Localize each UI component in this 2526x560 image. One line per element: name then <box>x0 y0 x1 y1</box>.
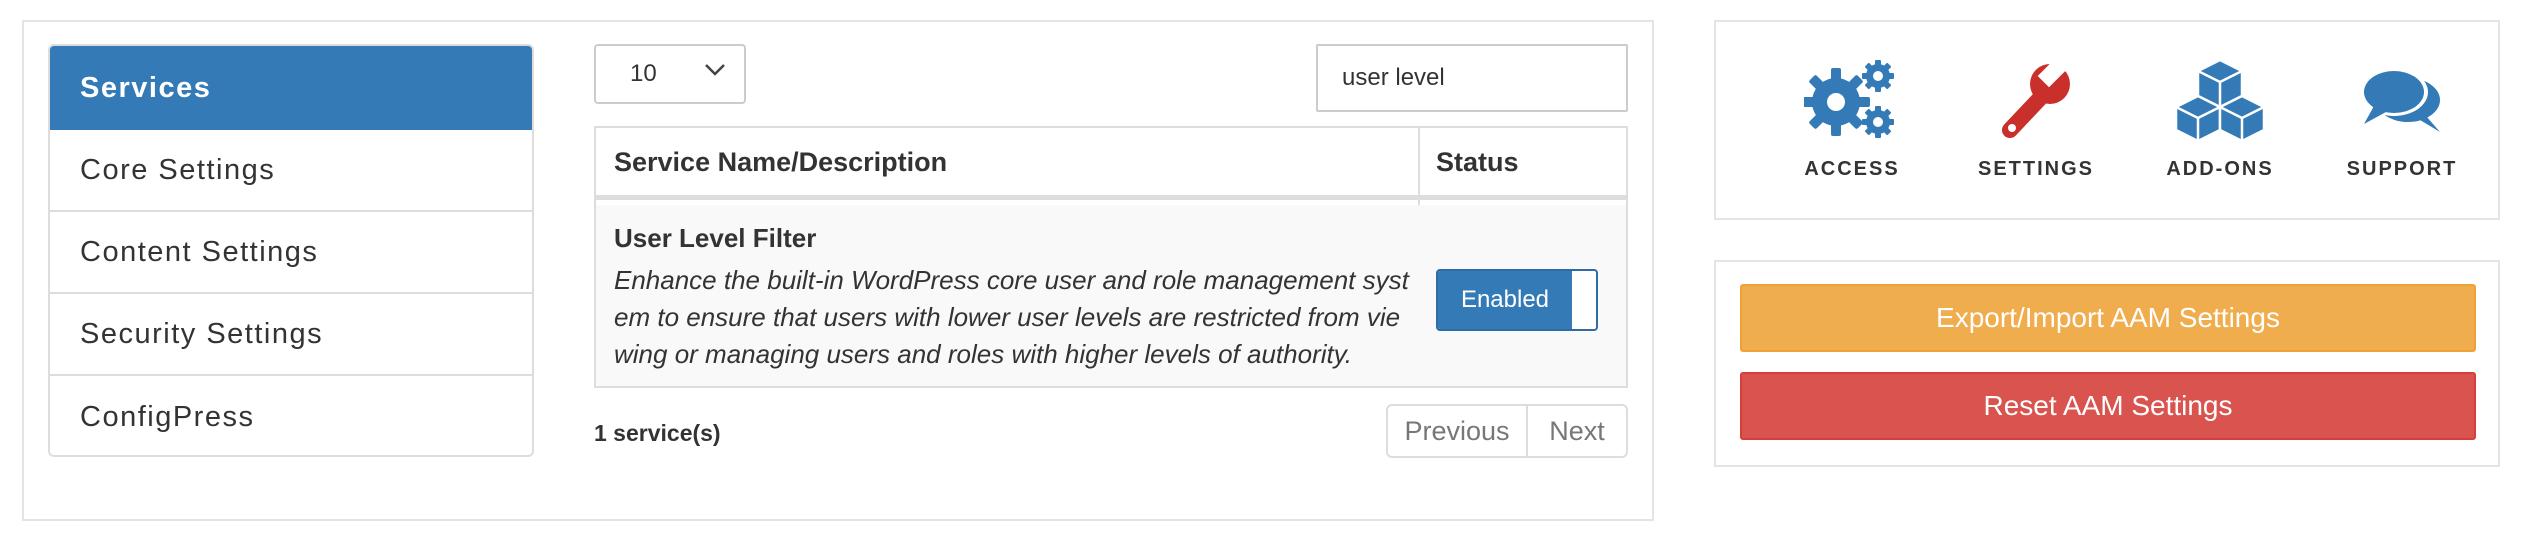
export-import-button[interactable]: Export/Import AAM Settings <box>1740 284 2476 352</box>
column-header-name[interactable]: Service Name/Description <box>614 128 947 196</box>
service-title: User Level Filter <box>614 223 817 253</box>
quick-link-label: ADD-ONS <box>2166 158 2274 180</box>
quick-links-panel: ACCESS SETTINGS ADD-ONS SUPPORT <box>1714 20 2500 220</box>
quick-link-support[interactable]: SUPPORT <box>2322 58 2482 181</box>
quick-link-label: SUPPORT <box>2346 158 2458 180</box>
gears-icon <box>1804 60 1894 138</box>
sidebar-item-services[interactable]: Services <box>50 46 532 130</box>
sidebar-item-label: ConfigPress <box>80 400 255 433</box>
page-size-value: 10 <box>630 60 657 87</box>
status-toggle-label: Enabled <box>1438 271 1572 329</box>
sidebar-item-label: Core Settings <box>80 153 276 186</box>
wrench-icon <box>2002 58 2071 138</box>
services-table: Service Name/Description Status User Lev… <box>594 126 1628 388</box>
sidebar-item-security-settings[interactable]: Security Settings <box>50 294 532 376</box>
chevron-down-icon <box>705 64 725 76</box>
sidebar-item-core-settings[interactable]: Core Settings <box>50 130 532 212</box>
comments-icon <box>2360 68 2440 132</box>
quick-link-settings[interactable]: SETTINGS <box>1956 58 2116 181</box>
column-header-status[interactable]: Status <box>1436 128 1519 196</box>
service-description: Enhance the built-in WordPress core user… <box>614 265 1409 369</box>
quick-link-label: SETTINGS <box>1977 158 2094 180</box>
search-input-value: user level <box>1342 64 1445 91</box>
sidebar-item-content-settings[interactable]: Content Settings <box>50 212 532 294</box>
table-row: User Level Filter Enhance the built-in W… <box>596 205 1626 386</box>
previous-button[interactable]: Previous <box>1388 406 1528 456</box>
next-button[interactable]: Next <box>1528 406 1626 456</box>
page-size-select[interactable]: 10 <box>594 44 746 104</box>
sidebar-item-label: Content Settings <box>80 235 319 268</box>
status-toggle[interactable]: Enabled <box>1436 269 1598 331</box>
quick-link-access[interactable]: ACCESS <box>1772 58 1932 181</box>
reset-settings-button[interactable]: Reset AAM Settings <box>1740 372 2476 440</box>
settings-actions-panel: Export/Import AAM Settings Reset AAM Set… <box>1714 260 2500 467</box>
sidebar-item-label: Services <box>80 71 212 104</box>
settings-sidebar: Services Core Settings Content Settings … <box>48 44 534 457</box>
search-input[interactable]: user level <box>1316 44 1628 112</box>
table-header: Service Name/Description Status <box>596 128 1626 200</box>
quick-link-label: ACCESS <box>1804 158 1900 180</box>
service-count: 1 service(s) <box>594 420 721 446</box>
cubes-icon <box>2174 58 2266 142</box>
quick-link-add-ons[interactable]: ADD-ONS <box>2140 58 2300 181</box>
sidebar-item-configpress[interactable]: ConfigPress <box>50 376 532 455</box>
sidebar-item-label: Security Settings <box>80 317 324 350</box>
pagination: Previous Next <box>1386 404 1628 458</box>
